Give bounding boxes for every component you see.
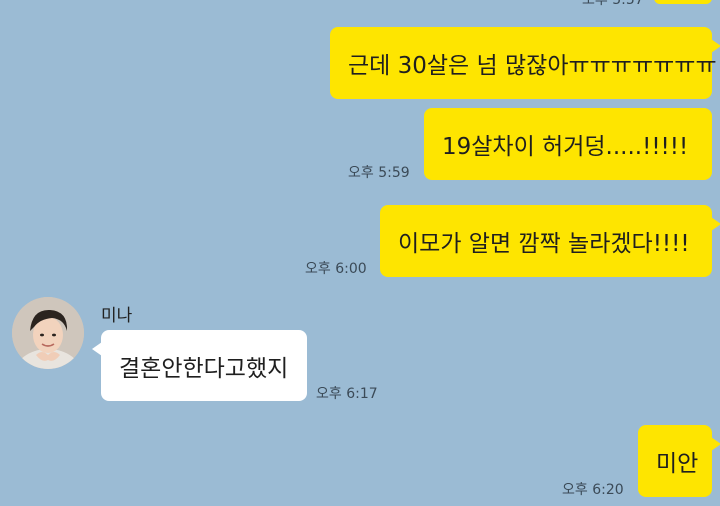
message-bubble-received[interactable]: 결혼안한다고했지 — [92, 330, 307, 401]
message-time: 오후 6:17 — [316, 386, 378, 402]
message-text: 이모가 알면 깜짝 놀라겠다!!!! — [398, 231, 690, 257]
avatar[interactable] — [12, 297, 84, 369]
message-time-partial: 오후 5:57 — [582, 0, 644, 8]
message-bubble-sent[interactable]: 미안 — [638, 425, 720, 497]
profile-photo-icon — [12, 297, 84, 369]
chat-area[interactable]: 오후 5:57 근데 30살은 넘 많잖아ㅠㅠㅠㅠㅠㅠㅠ 19살차이 허거덩..… — [0, 0, 720, 506]
message-text: 미안 — [656, 451, 699, 477]
message-time: 오후 5:59 — [348, 165, 410, 181]
message-text: 19살차이 허거덩.....!!!!! — [442, 134, 689, 160]
message-bubble-sent[interactable]: 근데 30살은 넘 많잖아ㅠㅠㅠㅠㅠㅠㅠ — [330, 27, 720, 99]
message-time: 오후 6:20 — [562, 482, 624, 498]
message-bubble-sent[interactable]: 19살차이 허거덩.....!!!!! — [424, 108, 712, 180]
message-bubble-partial[interactable] — [654, 0, 712, 4]
message-text: 근데 30살은 넘 많잖아ㅠㅠㅠㅠㅠㅠㅠ — [348, 53, 717, 79]
message-bubble-sent[interactable]: 이모가 알면 깜짝 놀라겠다!!!! — [380, 205, 720, 277]
sender-name: 미나 — [101, 306, 133, 326]
message-time: 오후 6:00 — [305, 261, 367, 277]
message-text: 결혼안한다고했지 — [119, 355, 289, 382]
